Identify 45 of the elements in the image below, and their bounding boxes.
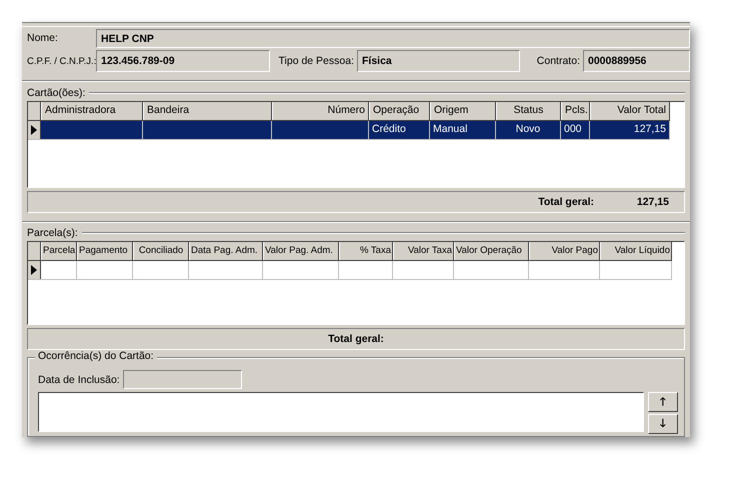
occurrence-memo-field[interactable]	[38, 392, 644, 432]
table-cell: 000	[561, 120, 590, 139]
column-header[interactable]: Status	[496, 102, 561, 120]
total-value: 127,15	[636, 196, 670, 208]
column-header[interactable]: Valor Total	[590, 102, 670, 120]
inclusion-date-label: Data de Inclusão:	[38, 374, 120, 386]
section-label: Cartão(ões):	[27, 86, 86, 99]
column-header[interactable]: Administradora	[41, 102, 143, 120]
move-down-button[interactable]: 🡓	[648, 414, 678, 434]
table-cell: 127,15	[590, 120, 670, 139]
person-type-field[interactable]: Física	[357, 50, 520, 72]
total-label: Total geral:	[538, 196, 594, 208]
column-header[interactable]: Origem	[430, 102, 496, 120]
name-label: Nome:	[27, 32, 59, 44]
name-field[interactable]: HELP CNP	[96, 28, 690, 48]
move-up-button[interactable]: 🡑	[648, 392, 678, 412]
column-header[interactable]: Operação	[369, 102, 430, 120]
column-header[interactable]: Valor Pag. Adm.	[263, 242, 339, 260]
grid-row[interactable]: Crédito Manual Novo 000 127,15	[28, 120, 670, 140]
column-header[interactable]: Pagamento	[77, 242, 133, 260]
total-label: Total geral:	[328, 333, 384, 346]
inclusion-date-field[interactable]	[122, 370, 242, 390]
column-header[interactable]: Valor Taxa	[393, 242, 454, 260]
column-header[interactable]: Pcls.	[561, 102, 590, 120]
cpf-field[interactable]: 123.456.789-09	[96, 50, 270, 72]
column-header[interactable]: Valor Operação	[454, 242, 529, 260]
contract-field[interactable]: 0000889956	[583, 50, 690, 72]
column-header[interactable]: Parcela	[41, 242, 77, 260]
section-label: Parcela(s):	[27, 227, 79, 240]
table-cell: Novo	[496, 120, 561, 139]
table-cell: Manual	[430, 120, 496, 139]
table-cell: Crédito	[369, 120, 430, 139]
column-header[interactable]: Data Pag. Adm.	[189, 242, 263, 260]
column-header[interactable]: Bandeira	[143, 102, 272, 120]
row-pointer-icon	[31, 265, 37, 276]
column-header[interactable]: Valor Pago	[529, 242, 600, 260]
cpf-label: C.P.F. / C.N.P.J.:	[27, 56, 96, 66]
person-type-label: Tipo de Pessoa:	[278, 55, 355, 67]
contract-label: Contrato:	[536, 55, 581, 67]
row-pointer-icon	[31, 124, 37, 135]
column-header[interactable]: Valor Líquido	[600, 242, 672, 260]
column-header[interactable]: Número	[272, 102, 369, 120]
column-header[interactable]: % Taxa	[339, 242, 393, 260]
column-header[interactable]: Conciliado	[133, 242, 189, 260]
group-title: Ocorrência(s) do Cartão:	[35, 350, 157, 362]
